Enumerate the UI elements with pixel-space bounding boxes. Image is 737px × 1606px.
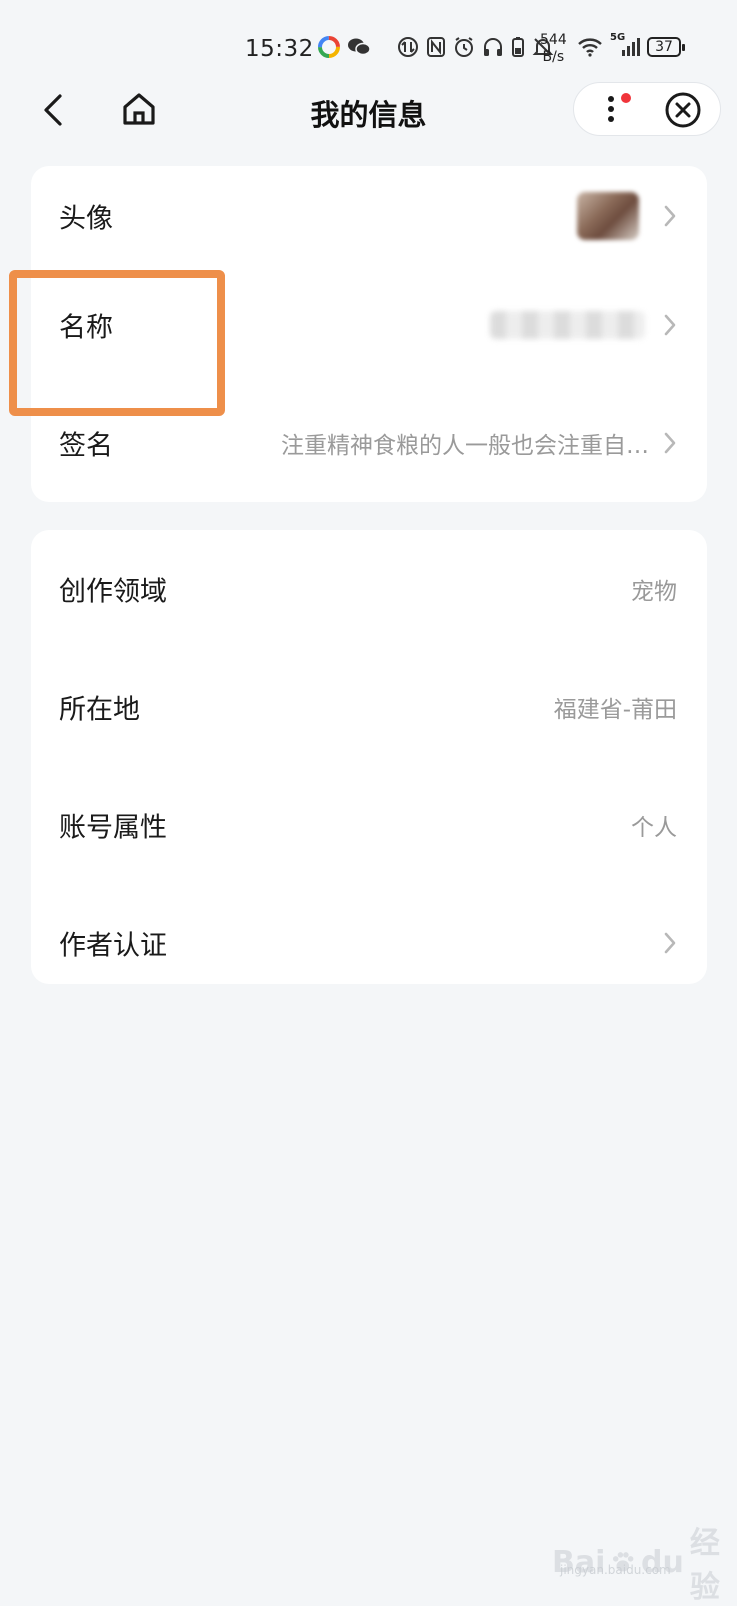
wechat-icon (348, 38, 371, 56)
status-bar: 15:32 544 B/s 5G 37 (0, 0, 737, 92)
avatar-row[interactable]: 头像 (31, 166, 707, 266)
row-label: 所在地 (59, 694, 140, 726)
status-icons-left (318, 36, 554, 58)
baidu-watermark: Bai du 经验 (552, 1518, 737, 1606)
signal-icon: 5G (610, 32, 640, 58)
chevron-right-icon (664, 932, 676, 954)
watermark-site: jingyan.baidu.com (560, 1563, 671, 1577)
phone-battery-icon (512, 37, 524, 57)
status-icons-right: 5G 37 (577, 32, 685, 58)
alarm-icon (455, 37, 473, 57)
status-time: 15:32 (245, 36, 314, 62)
avatar (577, 192, 639, 240)
chevron-right-icon (664, 432, 676, 454)
account-type-value: 个人 (631, 815, 677, 841)
author-verification-row[interactable]: 作者认证 (31, 884, 707, 1002)
highlight-box (9, 270, 225, 416)
nfc-icon (427, 37, 445, 57)
row-label: 作者认证 (59, 930, 167, 962)
location-value: 福建省-莆田 (553, 697, 677, 723)
row-label: 创作领域 (59, 576, 167, 608)
notification-dot (621, 93, 631, 103)
row-label: 头像 (59, 203, 113, 235)
signature-value: 注重精神食粮的人一般也会注重自… (281, 433, 649, 459)
row-label: 签名 (59, 430, 113, 462)
creative-field-row: 创作领域 宠物 (31, 530, 707, 648)
close-icon[interactable] (664, 91, 702, 129)
creative-field-value: 宠物 (631, 579, 677, 605)
watermark-suffix: 经验 (689, 1526, 720, 1605)
app-notification-icon (318, 36, 340, 58)
headphones-icon (484, 38, 502, 56)
mini-program-capsule (573, 82, 721, 136)
battery-icon: 37 (647, 37, 685, 57)
data-saver-icon (398, 37, 418, 57)
name-value-blurred (490, 311, 645, 339)
nav-bar: 我的信息 (0, 80, 737, 140)
row-label: 账号属性 (59, 812, 167, 844)
account-type-row: 账号属性 个人 (31, 766, 707, 884)
chevron-right-icon (664, 314, 676, 336)
info-card: 创作领域 宠物 所在地 福建省-莆田 账号属性 个人 作者认证 (31, 530, 707, 984)
chevron-right-icon (664, 205, 676, 227)
net-speed: 544 B/s (540, 32, 567, 65)
wifi-icon (578, 38, 602, 57)
location-row: 所在地 福建省-莆田 (31, 648, 707, 766)
